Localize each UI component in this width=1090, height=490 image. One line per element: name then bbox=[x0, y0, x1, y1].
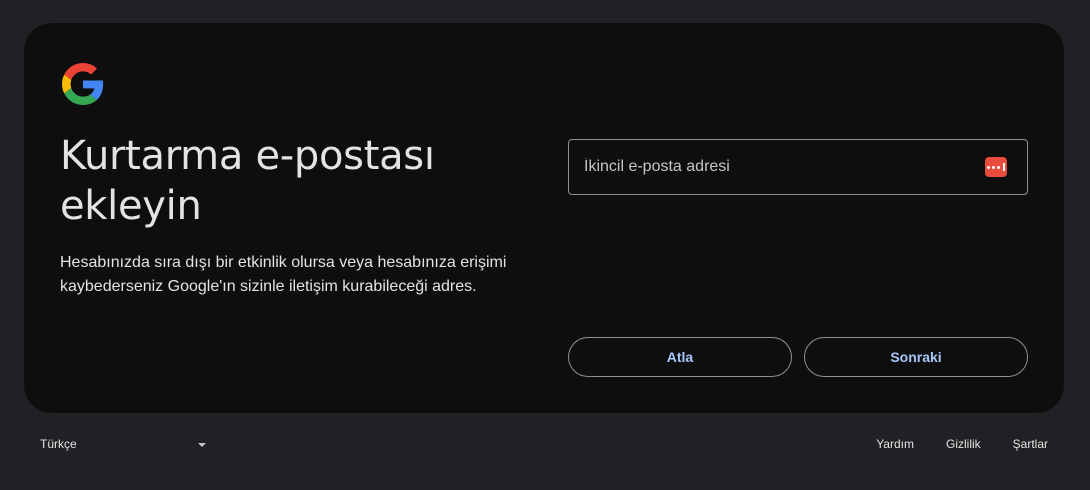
page-description: Hesabınızda sıra dışı bir etkinlik olurs… bbox=[60, 254, 507, 295]
terms-link[interactable]: Şartlar bbox=[1013, 437, 1048, 451]
password-dot bbox=[987, 165, 990, 169]
page-title: Kurtarma e-postası ekleyin bbox=[60, 133, 435, 229]
recovery-email-field[interactable] bbox=[568, 139, 1028, 195]
footer: Türkçe Yardım Gizlilik Şartlar bbox=[0, 413, 1090, 490]
password-manager-icon[interactable] bbox=[985, 157, 1007, 177]
password-dot bbox=[997, 165, 1000, 169]
footer-links: Yardım Gizlilik Şartlar bbox=[844, 437, 1048, 451]
language-label: Türkçe bbox=[40, 437, 77, 451]
password-cursor bbox=[1003, 163, 1005, 171]
skip-button[interactable]: Atla bbox=[568, 337, 792, 377]
next-button[interactable]: Sonraki bbox=[804, 337, 1028, 377]
chevron-down-icon bbox=[198, 443, 206, 447]
recovery-email-input[interactable] bbox=[569, 140, 969, 194]
help-link[interactable]: Yardım bbox=[876, 437, 914, 451]
google-logo-icon bbox=[62, 63, 104, 105]
recovery-email-card: Kurtarma e-postası ekleyin Hesabınızda s… bbox=[24, 23, 1064, 413]
privacy-link[interactable]: Gizlilik bbox=[946, 437, 981, 451]
password-dot bbox=[992, 165, 995, 169]
language-selector[interactable]: Türkçe bbox=[40, 437, 212, 453]
